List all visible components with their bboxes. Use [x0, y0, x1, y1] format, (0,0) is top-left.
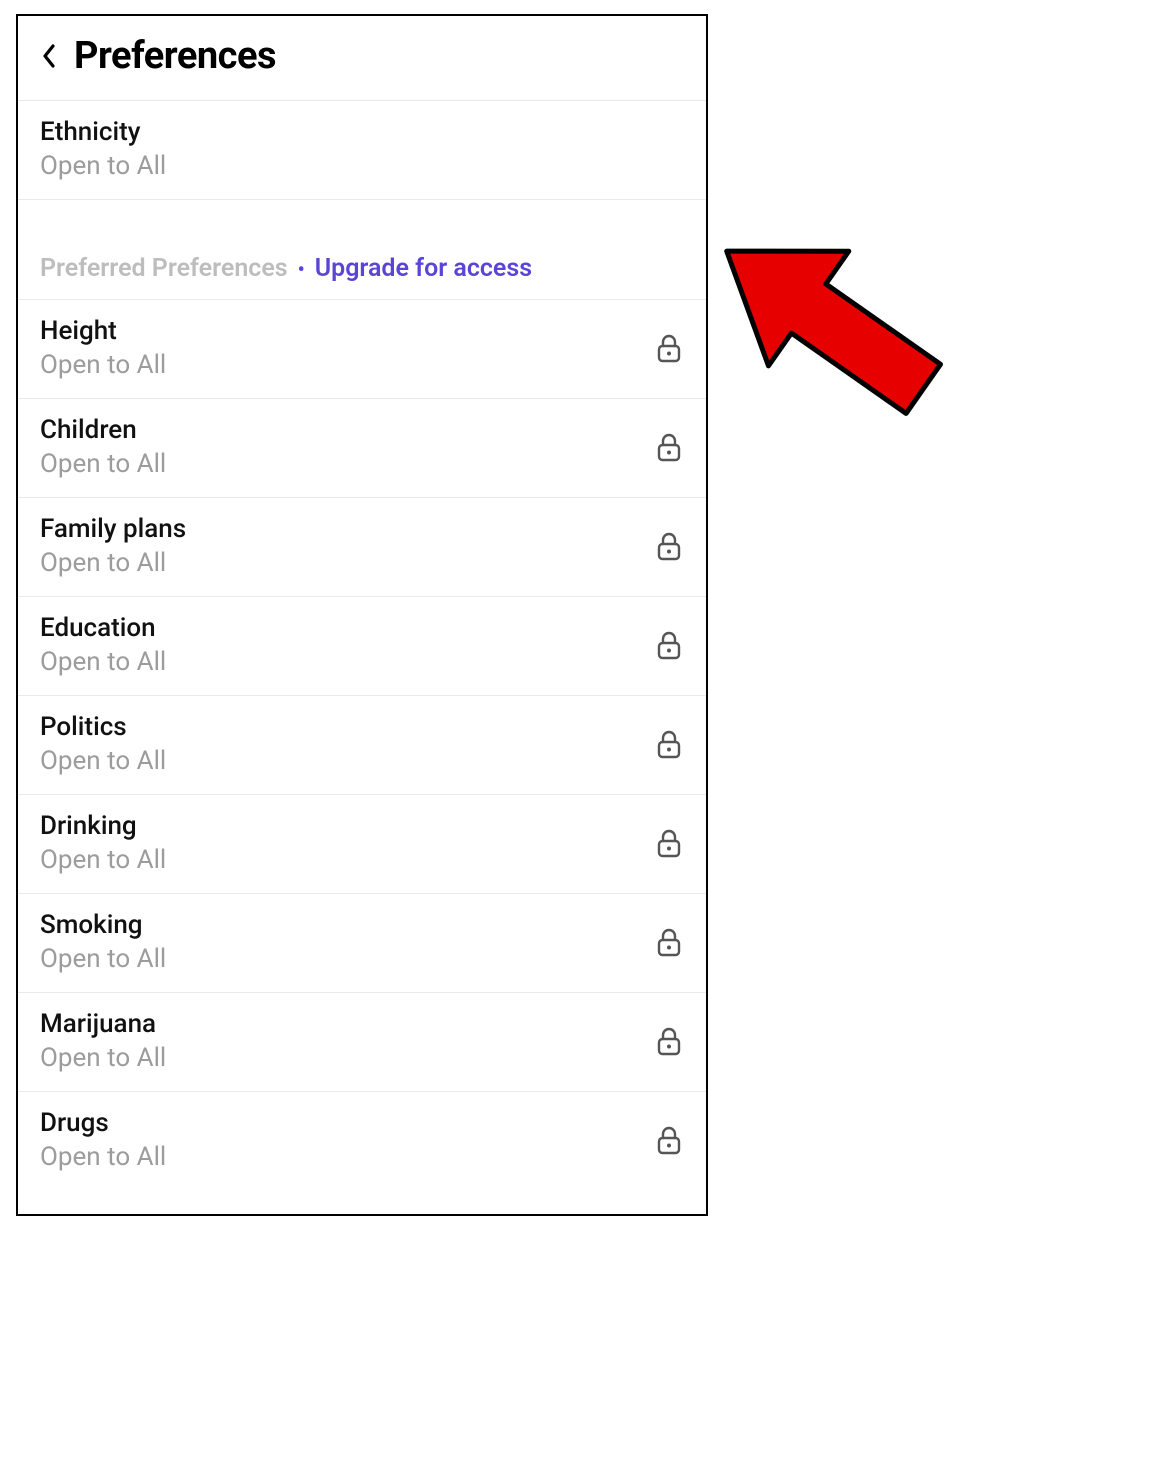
preference-row-smoking[interactable]: Smoking Open to All: [18, 894, 706, 993]
row-label: Smoking: [40, 910, 166, 940]
row-label: Marijuana: [40, 1009, 166, 1039]
row-label: Drinking: [40, 811, 166, 841]
section-header: Preferred Preferences • Upgrade for acce…: [18, 200, 706, 300]
preference-row-drugs[interactable]: Drugs Open to All: [18, 1092, 706, 1190]
lock-icon: [654, 430, 684, 464]
row-label: Family plans: [40, 514, 186, 544]
row-value: Open to All: [40, 944, 166, 974]
section-bullet: •: [298, 259, 305, 279]
row-text: Children Open to All: [40, 415, 166, 479]
row-text: Marijuana Open to All: [40, 1009, 166, 1073]
lock-icon: [654, 331, 684, 365]
preference-row-height[interactable]: Height Open to All: [18, 300, 706, 399]
row-value: Open to All: [40, 151, 166, 181]
row-value: Open to All: [40, 1043, 166, 1073]
row-value: Open to All: [40, 449, 166, 479]
lock-icon: [654, 727, 684, 761]
preference-row-marijuana[interactable]: Marijuana Open to All: [18, 993, 706, 1092]
preference-row-children[interactable]: Children Open to All: [18, 399, 706, 498]
lock-icon: [654, 1024, 684, 1058]
upgrade-link[interactable]: Upgrade for access: [315, 254, 532, 283]
row-label: Children: [40, 415, 166, 445]
preference-row-education[interactable]: Education Open to All: [18, 597, 706, 696]
row-label: Politics: [40, 712, 166, 742]
row-value: Open to All: [40, 350, 166, 380]
row-label: Ethnicity: [40, 117, 166, 147]
row-value: Open to All: [40, 845, 166, 875]
lock-icon: [654, 1123, 684, 1157]
row-text: Smoking Open to All: [40, 910, 166, 974]
row-text: Politics Open to All: [40, 712, 166, 776]
preference-row-politics[interactable]: Politics Open to All: [18, 696, 706, 795]
row-text: Family plans Open to All: [40, 514, 186, 578]
row-label: Height: [40, 316, 166, 346]
row-text: Ethnicity Open to All: [40, 117, 166, 181]
row-text: Height Open to All: [40, 316, 166, 380]
lock-icon: [654, 628, 684, 662]
row-label: Education: [40, 613, 166, 643]
row-value: Open to All: [40, 548, 186, 578]
back-button[interactable]: [38, 42, 60, 70]
arrow-annotation: [670, 210, 980, 430]
preferences-panel: Preferences Ethnicity Open to All Prefer…: [16, 14, 708, 1216]
row-text: Education Open to All: [40, 613, 166, 677]
page-title: Preferences: [74, 34, 276, 78]
chevron-left-icon: [42, 44, 56, 68]
row-value: Open to All: [40, 647, 166, 677]
header: Preferences: [18, 16, 706, 100]
row-text: Drugs Open to All: [40, 1108, 166, 1172]
row-value: Open to All: [40, 746, 166, 776]
row-text: Drinking Open to All: [40, 811, 166, 875]
preference-row-drinking[interactable]: Drinking Open to All: [18, 795, 706, 894]
preference-row-family-plans[interactable]: Family plans Open to All: [18, 498, 706, 597]
row-value: Open to All: [40, 1142, 166, 1172]
preference-row-ethnicity[interactable]: Ethnicity Open to All: [18, 101, 706, 200]
lock-icon: [654, 925, 684, 959]
row-label: Drugs: [40, 1108, 166, 1138]
section-label: Preferred Preferences: [40, 254, 288, 283]
lock-icon: [654, 826, 684, 860]
lock-icon: [654, 529, 684, 563]
